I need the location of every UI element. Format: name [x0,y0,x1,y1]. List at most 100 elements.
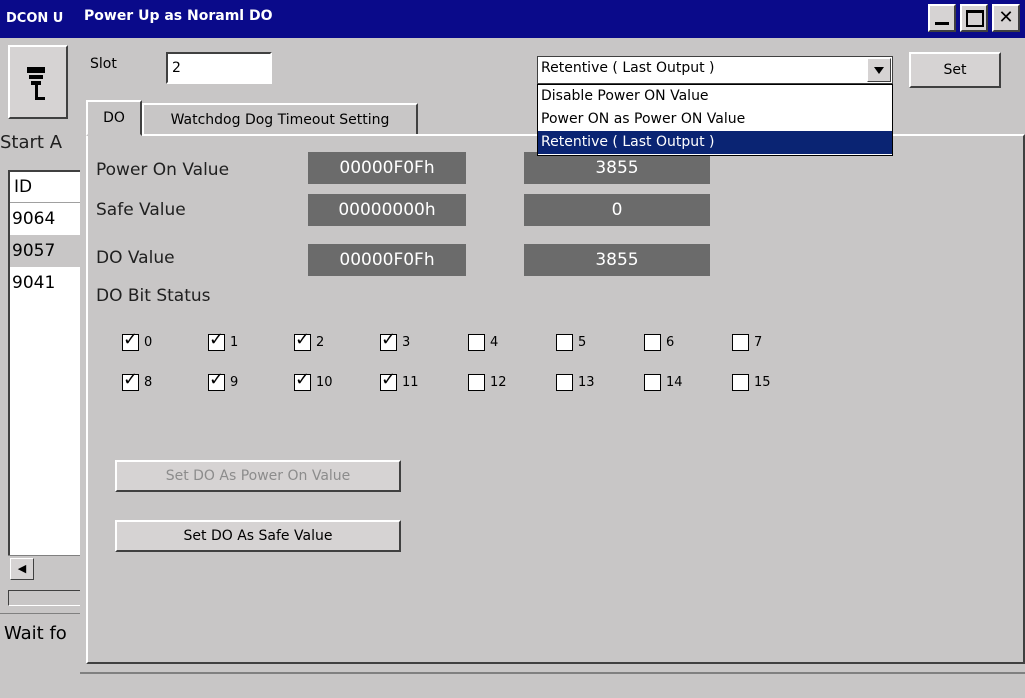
power-on-hex-value: 00000F0Fh [308,152,466,184]
do-bit-status-label: DO Bit Status [96,286,211,306]
checkbox-label: 9 [230,375,239,390]
checkbox-box[interactable]: ✓ [294,330,311,351]
scroll-left-icon[interactable]: ◀ [10,558,34,580]
checkbox-label: 1 [230,335,239,350]
checkbox-label: 15 [754,375,771,390]
checkbox-box[interactable] [556,334,573,351]
checkbox-label: 10 [316,375,333,390]
maximize-icon [966,10,984,27]
do-bit-checkbox[interactable]: ✓ 11 [380,370,419,391]
slot-label: Slot [90,56,117,72]
dropdown-option-retentive[interactable]: Retentive ( Last Output ) [538,131,892,154]
checkbox-label: 6 [666,335,675,350]
set-button[interactable]: Set [909,52,1001,88]
check-icon: ✓ [209,369,225,390]
do-bit-checkbox[interactable]: 6 [644,334,674,351]
dropdown-option-power-on[interactable]: Power ON as Power ON Value [538,108,892,131]
checkbox-box[interactable] [468,374,485,391]
checkbox-box[interactable]: ✓ [208,370,225,391]
list-item[interactable]: 9041 [10,267,80,299]
close-button[interactable]: ✕ [992,4,1020,32]
safe-dec-value: 0 [524,194,710,226]
do-bit-checkbox[interactable]: 15 [732,374,771,391]
do-bit-checkbox[interactable]: 13 [556,374,595,391]
checkbox-box[interactable]: ✓ [122,370,139,391]
checkbox-box[interactable] [468,334,485,351]
plug-icon [27,67,45,100]
checkbox-label: 5 [578,335,587,350]
do-bit-checkbox[interactable]: ✓ 9 [208,370,239,391]
list-item[interactable]: 9064 [10,203,80,235]
checkbox-box[interactable]: ✓ [380,370,397,391]
checkbox-box[interactable]: ✓ [208,330,225,351]
power-up-dialog: Power Up as Noraml DO ✕ Slot Retentive (… [80,0,1025,698]
safe-value-label: Safe Value [96,200,186,220]
slot-input[interactable] [166,52,272,84]
combobox-value: Retentive ( Last Output ) [541,60,715,76]
checkbox-label: 2 [316,335,325,350]
do-bit-checkbox[interactable]: ✓ 0 [122,330,153,351]
set-do-as-power-on-button[interactable]: Set DO As Power On Value [115,460,401,492]
checkbox-label: 11 [402,375,419,390]
do-bit-checkbox[interactable]: ✓ 1 [208,330,239,351]
do-bit-checkbox[interactable]: 5 [556,334,586,351]
do-bit-checkbox[interactable]: ✓ 3 [380,330,411,351]
do-bit-checkbox[interactable]: ✓ 2 [294,330,325,351]
start-address-label: Start A [0,132,63,153]
do-bit-checkbox[interactable]: 14 [644,374,683,391]
set-do-as-safe-value-button[interactable]: Set DO As Safe Value [115,520,401,552]
plug-icon-button[interactable] [8,45,68,119]
checkbox-label: 12 [490,375,507,390]
power-on-value-label: Power On Value [96,160,230,180]
check-icon: ✓ [381,329,397,350]
checkbox-box[interactable] [732,334,749,351]
check-icon: ✓ [295,369,311,390]
checkbox-box[interactable] [644,374,661,391]
checkbox-label: 13 [578,375,595,390]
close-icon: ✕ [998,7,1014,28]
list-horizontal-scrollbar[interactable]: ◀ [8,555,82,581]
tab-do[interactable]: DO [86,100,142,136]
do-hex-value: 00000F0Fh [308,244,466,276]
do-bit-checkbox[interactable]: ✓ 8 [122,370,153,391]
dialog-title: Power Up as Noraml DO [84,8,273,24]
power-mode-dropdown: Disable Power ON Value Power ON as Power… [537,84,893,156]
minimize-button[interactable] [928,4,956,32]
progress-bar [8,590,82,606]
checkbox-box[interactable] [732,374,749,391]
do-tab-panel: Power On Value 00000F0Fh 3855 Safe Value… [86,134,1025,664]
check-icon: ✓ [123,329,139,350]
maximize-button[interactable] [960,4,988,32]
checkbox-label: 4 [490,335,499,350]
checkbox-label: 0 [144,335,153,350]
power-mode-combobox[interactable]: Retentive ( Last Output ) [537,56,893,84]
checkbox-box[interactable]: ✓ [122,330,139,351]
do-bit-checkbox[interactable]: 12 [468,374,507,391]
checkbox-label: 7 [754,335,763,350]
safe-hex-value: 00000000h [308,194,466,226]
do-bit-checkbox[interactable]: ✓ 10 [294,370,333,391]
dialog-titlebar[interactable]: Power Up as Noraml DO ✕ [80,0,1025,38]
check-icon: ✓ [209,329,225,350]
check-icon: ✓ [123,369,139,390]
status-divider [80,672,1025,674]
module-id-list[interactable]: ID 9064 9057 9041 [8,170,82,580]
chevron-down-icon[interactable] [867,58,891,82]
checkbox-box[interactable]: ✓ [380,330,397,351]
do-value-label: DO Value [96,248,175,268]
checkbox-box[interactable] [644,334,661,351]
check-icon: ✓ [381,369,397,390]
checkbox-label: 14 [666,375,683,390]
do-bit-checkbox[interactable]: 4 [468,334,498,351]
list-header-id[interactable]: ID [10,172,80,203]
checkbox-label: 8 [144,375,153,390]
checkbox-box[interactable] [556,374,573,391]
dropdown-option-disable[interactable]: Disable Power ON Value [538,85,892,108]
list-item[interactable]: 9057 [10,235,80,267]
tab-watchdog-timeout[interactable]: Watchdog Dog Timeout Setting [142,103,418,136]
do-bit-checkbox[interactable]: 7 [732,334,762,351]
checkbox-box[interactable]: ✓ [294,370,311,391]
power-on-dec-value: 3855 [524,152,710,184]
check-icon: ✓ [295,329,311,350]
checkbox-label: 3 [402,335,411,350]
